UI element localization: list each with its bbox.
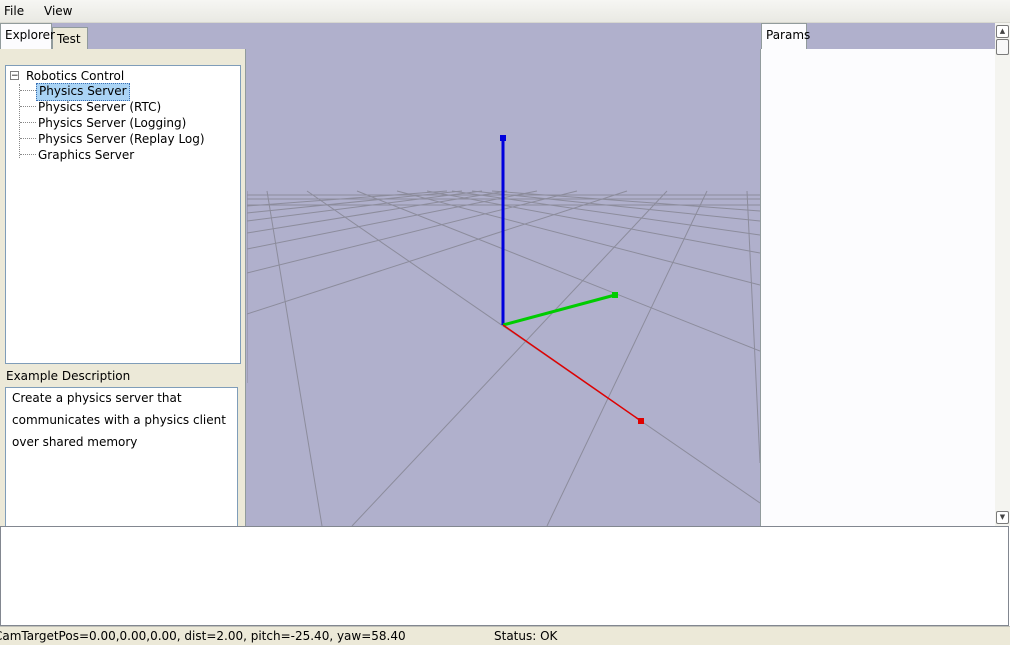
tree-item-physics-server-logging[interactable]: Physics Server (Logging) bbox=[36, 115, 188, 131]
z-axis-end bbox=[500, 135, 506, 141]
y-axis-end bbox=[612, 292, 618, 298]
tab-explorer[interactable]: Explorer bbox=[0, 23, 55, 49]
description-box[interactable]: Create a physics server that communicate… bbox=[5, 387, 238, 527]
console-output[interactable] bbox=[0, 526, 1009, 626]
scroll-up-icon[interactable]: ▲ bbox=[996, 25, 1009, 38]
x-axis-end bbox=[638, 418, 644, 424]
status-bar: CamTargetPos=0.00,0.00,0.00, dist=2.00, … bbox=[0, 626, 1010, 646]
tab-test[interactable]: Test bbox=[52, 27, 88, 49]
3d-viewport[interactable] bbox=[247, 23, 760, 526]
tree-item-graphics-server[interactable]: Graphics Server bbox=[36, 147, 136, 163]
camera-status: CamTargetPos=0.00,0.00,0.00, dist=2.00, … bbox=[0, 629, 406, 643]
tree-root-label: Robotics Control bbox=[26, 69, 125, 83]
tree-item-physics-server-rtc[interactable]: Physics Server (RTC) bbox=[36, 99, 163, 115]
description-line: over shared memory bbox=[12, 435, 138, 449]
tree-item-physics-server-replay-log[interactable]: Physics Server (Replay Log) bbox=[36, 131, 207, 147]
explorer-panel: − Robotics Control Physics Server Physic… bbox=[0, 49, 246, 527]
bottom-strip bbox=[0, 645, 1010, 650]
scroll-down-icon[interactable]: ▼ bbox=[996, 511, 1009, 524]
scroll-thumb[interactable] bbox=[996, 39, 1009, 55]
status-text: Status: OK bbox=[494, 629, 558, 643]
vertical-scrollbar[interactable]: ▲ ▼ bbox=[995, 23, 1010, 526]
example-tree: − Robotics Control Physics Server Physic… bbox=[5, 65, 241, 364]
menu-view[interactable]: View bbox=[44, 4, 72, 18]
menu-bar: File View bbox=[0, 0, 1010, 23]
menu-file[interactable]: File bbox=[4, 4, 24, 18]
description-line: communicates with a physics client bbox=[12, 413, 226, 427]
params-panel bbox=[760, 49, 995, 526]
description-label: Example Description bbox=[6, 369, 131, 383]
tab-params[interactable]: Params bbox=[761, 23, 810, 49]
collapse-icon[interactable]: − bbox=[10, 71, 19, 81]
description-line: Create a physics server that bbox=[12, 391, 182, 405]
